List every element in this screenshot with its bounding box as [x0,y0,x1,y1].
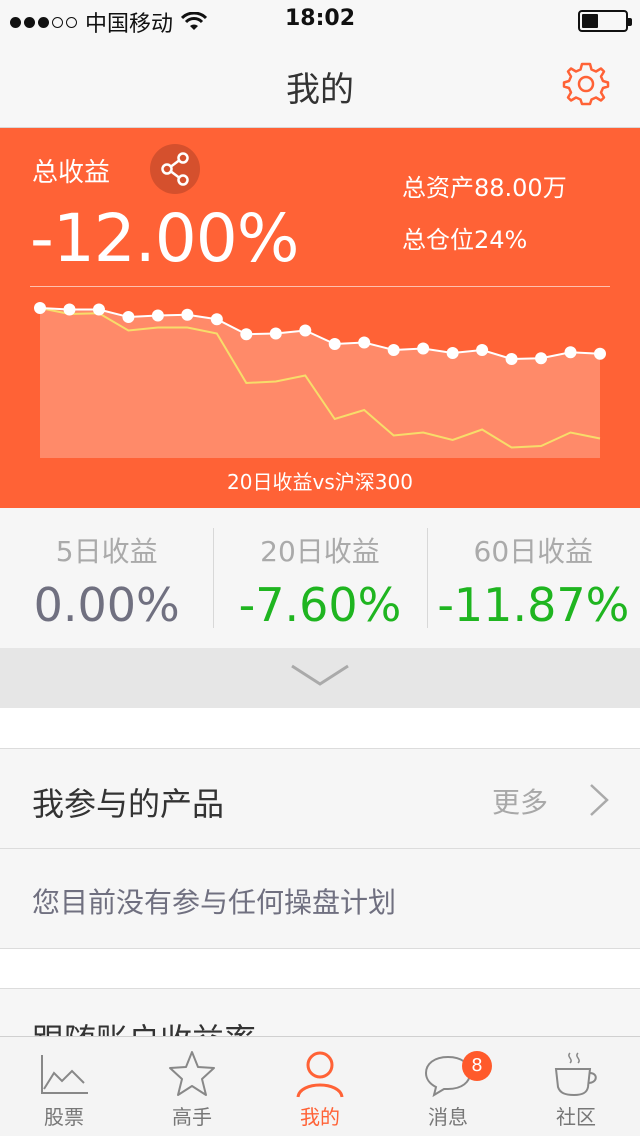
star-icon [169,1051,215,1096]
tab-experts[interactable]: 高手 [128,1037,256,1136]
tab-label: 股票 [44,1105,84,1129]
tab-stocks[interactable]: 股票 [0,1037,128,1136]
profit-point [122,311,135,323]
tab-bar: 股票 高手 我的 8 消息 社区 [0,1036,640,1136]
more-link[interactable]: 更多 [492,781,548,821]
profit-point [151,309,164,322]
profit-point [210,313,223,326]
profit-point [240,328,253,341]
navigation-bar: 我的 [0,40,640,128]
profit-point [299,324,312,337]
tab-label: 消息 [428,1105,468,1129]
chevron-down-icon [291,664,349,686]
products-title: 我参与的产品 [32,785,225,823]
gear-icon[interactable] [562,60,610,108]
profit-point [34,302,46,314]
status-time: 18:02 [284,6,356,31]
total-assets: 总资产88.00万 [402,174,567,202]
unread-badge: 8 [462,1051,492,1081]
chart-caption: 20日收益vs沪深300 [227,470,413,494]
profit-point [269,327,282,340]
share-button[interactable] [150,144,200,194]
profit-point [417,342,430,355]
stat-label: 60日收益 [473,535,594,568]
chevron-right-icon [590,784,609,816]
profit-point [535,352,548,365]
summary-divider [30,286,610,287]
section-spacer [0,708,640,748]
tab-messages[interactable]: 8 消息 [384,1037,512,1136]
stat-60-day[interactable]: 60日收益 -11.87% [426,508,640,648]
profit-point [476,344,489,356]
period-stats: 5日收益 0.00% 20日收益 -7.60% 60日收益 -11.87% [0,508,640,648]
profit-point [564,346,577,359]
total-profit-label: 总收益 [32,158,111,188]
person-icon [296,1051,344,1098]
tab-label: 社区 [556,1105,596,1129]
chart-line-icon [41,1055,88,1094]
coffee-cup-icon [554,1052,597,1097]
stat-5-day[interactable]: 5日收益 0.00% [0,508,213,648]
stat-label: 20日收益 [260,535,380,568]
tab-label: 我的 [300,1105,340,1129]
status-bar: 中国移动 18:02 [0,0,640,40]
battery-icon [578,10,632,32]
profit-point [328,338,341,350]
products-header[interactable]: 我参与的产品 更多 [0,748,640,848]
profit-point [594,347,606,360]
profit-point [92,303,105,316]
expand-button[interactable] [0,648,640,708]
stat-value: 0.00% [33,578,180,632]
tab-mine[interactable]: 我的 [256,1037,384,1136]
profit-area [40,308,600,458]
total-profit-value: -12.00% [30,200,299,277]
stat-label: 5日收益 [55,535,158,568]
products-empty-state: 您目前没有参与任何操盘计划 [0,848,640,948]
profit-point [358,336,371,349]
profit-point [446,347,459,359]
stat-value: -11.87% [437,578,630,632]
profit-point [505,353,518,365]
stat-value: -7.60% [238,578,402,632]
profit-summary: 总收益 -12.00% 总资产88.00万 总仓位24% 20日收益vs沪深30… [0,128,640,508]
stat-20-day[interactable]: 20日收益 -7.60% [213,508,426,648]
profit-point [181,308,194,321]
section-spacer [0,948,640,988]
share-icon [161,152,189,186]
total-position: 总仓位24% [402,226,528,254]
profit-chart [34,302,606,458]
tab-community[interactable]: 社区 [512,1037,640,1136]
tab-label: 高手 [172,1105,212,1129]
profit-point [387,344,400,356]
profit-point [63,303,76,316]
empty-products-text: 您目前没有参与任何操盘计划 [32,886,397,919]
page-title: 我的 [286,70,354,110]
